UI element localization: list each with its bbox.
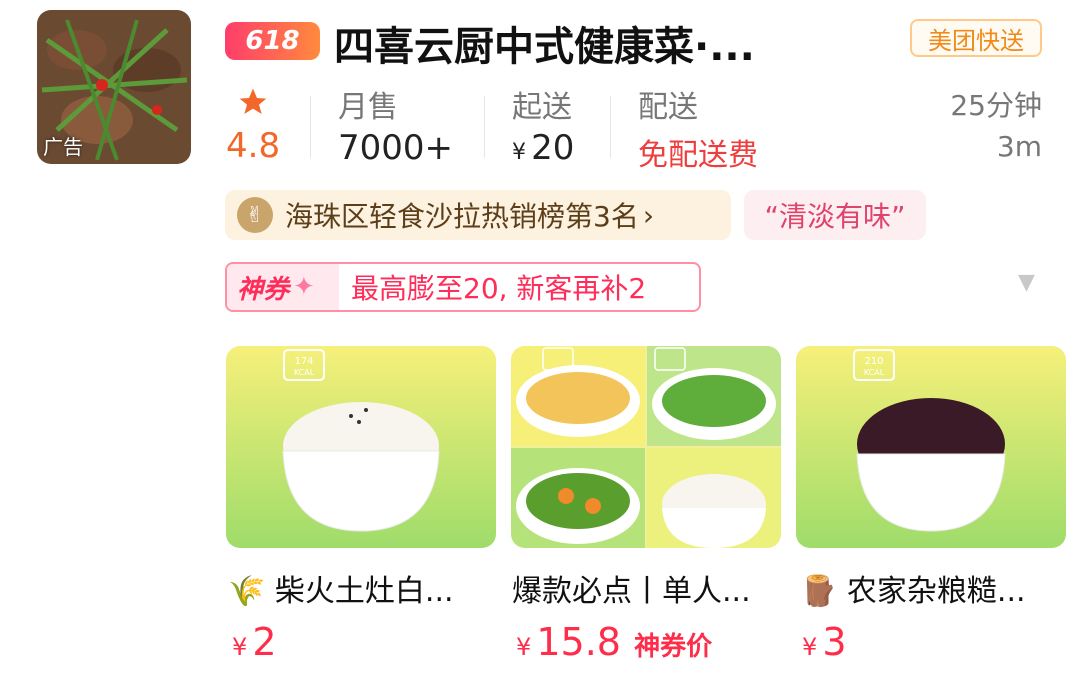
price-value: 2 [252,620,277,664]
delivery-time: 25分钟 [950,89,1042,122]
coupon-banner[interactable]: 神券 ✦ 最高膨至20, 新客再补2 [225,262,701,312]
product-card-image[interactable]: 174 KCAL [226,346,496,548]
chevron-down-icon[interactable]: ▼ [1018,270,1035,295]
product-price: ¥ 3 [802,620,847,664]
product-name[interactable]: 🪵 农家杂粮糙... [800,566,1026,610]
kcal-label: 210 [864,356,883,367]
monthly-sales-label: 月售 [338,90,398,125]
sparkle-icon: ✦ [293,272,315,302]
price-value: 15.8 [536,620,621,664]
ranking-text: 海珠区轻食沙拉热销榜第3名 [285,200,639,233]
kcal-unit: KCAL [294,368,315,377]
divider [310,96,311,158]
wheat-icon: 🌾 [228,574,266,609]
delivery-fee-value: 免配送费 [638,138,758,173]
store-name[interactable]: 四喜云厨中式健康菜·... [334,14,755,72]
divider [484,96,485,158]
monthly-sales-value: 7000+ [338,128,454,168]
divider [610,96,611,158]
chevron-right-icon: › [642,198,655,232]
promo-618-badge: 618 [225,22,320,60]
delivery-label: 配送 [638,90,698,125]
min-order-value-group: ¥ 20 [512,128,574,168]
currency-symbol: ¥ [516,633,532,661]
product-name[interactable]: 爆款必点丨单人... [512,566,751,610]
kcal-label: 174 [294,356,313,367]
store-thumbnail[interactable]: 广告 [37,10,191,164]
kcal-unit: KCAL [864,368,885,377]
log-icon: 🪵 [800,574,838,609]
star-icon [239,88,267,114]
product-name-text: 柴火土灶白... [274,574,454,609]
coupon-brand-text: 神券 [237,274,290,305]
coupon-text: 最高膨至20, 新客再补2 [351,272,647,305]
combo-meal-image [511,346,781,548]
product-name[interactable]: 🌾 柴火土灶白... [228,566,454,610]
rating-value: 4.8 [226,126,281,166]
white-rice-bowl-image: 174 KCAL [226,346,496,548]
min-order-value: 20 [531,128,575,168]
product-card-image[interactable]: 210 KCAL [796,346,1066,548]
coupon-brand-label: 神券 ✦ [227,264,339,310]
product-name-text: 农家杂粮糙... [846,574,1026,609]
multigrain-rice-bowl-image: 210 KCAL [796,346,1066,548]
min-order-label: 起送 [512,90,572,125]
distance: 3m [996,130,1042,163]
product-card-image[interactable] [511,346,781,548]
delivery-type-tag: 美团快送 [910,19,1042,57]
review-quote-tag: “清淡有味” [744,190,926,240]
ranking-banner[interactable]: ✌ 海珠区轻食沙拉热销榜第3名 › [225,190,731,240]
coupon-price-tag: 神券价 [634,632,713,662]
ad-label: 广告 [43,135,83,159]
currency-symbol: ¥ [512,140,526,165]
product-price: ¥ 15.8 神券价 [516,620,712,664]
currency-symbol: ¥ [802,633,818,661]
medal-icon: ✌ [237,197,273,233]
currency-symbol: ¥ [232,633,248,661]
price-value: 3 [822,620,847,664]
product-price: ¥ 2 [232,620,277,664]
